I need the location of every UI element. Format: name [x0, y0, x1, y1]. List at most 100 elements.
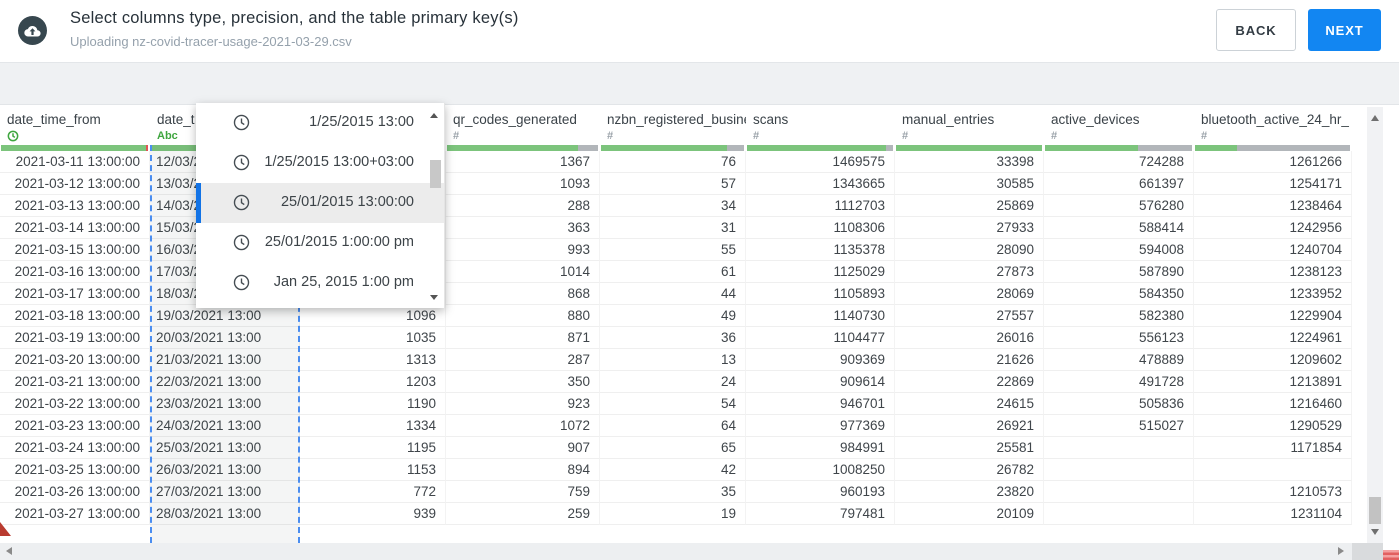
table-cell[interactable]: 2021-03-21 13:00:00 — [0, 371, 150, 393]
table-cell[interactable]: 993 — [446, 239, 600, 261]
table-cell[interactable]: 491728 — [1044, 371, 1194, 393]
table-cell[interactable]: 27873 — [895, 261, 1044, 283]
table-cell[interactable]: 287 — [446, 349, 600, 371]
table-cell[interactable]: 1108306 — [746, 217, 895, 239]
back-button[interactable]: BACK — [1216, 9, 1296, 51]
table-cell[interactable]: 76 — [600, 151, 746, 173]
table-cell[interactable]: 28069 — [895, 283, 1044, 305]
table-cell[interactable]: 34 — [600, 195, 746, 217]
table-cell[interactable]: 1367 — [446, 151, 600, 173]
table-cell[interactable]: 54 — [600, 393, 746, 415]
table-cell[interactable]: 584350 — [1044, 283, 1194, 305]
menu-item-format-1[interactable]: 1/25/2015 13:00 — [196, 103, 444, 143]
table-cell[interactable]: 65 — [600, 437, 746, 459]
table-cell[interactable]: 1231104 — [1194, 503, 1352, 525]
table-cell[interactable]: 27/03/2021 13:00 — [150, 481, 300, 503]
table-cell[interactable]: 26016 — [895, 327, 1044, 349]
table-cell[interactable]: 1254171 — [1194, 173, 1352, 195]
table-cell[interactable]: 1240704 — [1194, 239, 1352, 261]
table-cell[interactable]: 515027 — [1044, 415, 1194, 437]
table-cell[interactable] — [1044, 481, 1194, 503]
table-cell[interactable]: 2021-03-11 13:00:00 — [0, 151, 150, 173]
column-header-date_time_from[interactable]: date_time_from — [0, 105, 150, 145]
table-cell[interactable]: 661397 — [1044, 173, 1194, 195]
table-cell[interactable]: 49 — [600, 305, 746, 327]
column-header-scans[interactable]: scans # — [746, 105, 895, 145]
table-cell[interactable]: 28090 — [895, 239, 1044, 261]
table-cell[interactable] — [1044, 503, 1194, 525]
table-cell[interactable]: 1313 — [300, 349, 446, 371]
table-cell[interactable]: 36 — [600, 327, 746, 349]
table-cell[interactable]: 909614 — [746, 371, 895, 393]
table-cell[interactable]: 1238123 — [1194, 261, 1352, 283]
table-cell[interactable]: 587890 — [1044, 261, 1194, 283]
table-cell[interactable]: 1233952 — [1194, 283, 1352, 305]
table-cell[interactable]: 24615 — [895, 393, 1044, 415]
table-cell[interactable]: 25581 — [895, 437, 1044, 459]
table-cell[interactable]: 871 — [446, 327, 600, 349]
table-cell[interactable]: 1153 — [300, 459, 446, 481]
table-cell[interactable]: 594008 — [1044, 239, 1194, 261]
menu-item-format-3[interactable]: 25/01/2015 13:00:00 — [196, 183, 444, 223]
table-cell[interactable]: 23/03/2021 13:00 — [150, 393, 300, 415]
table-cell[interactable]: 28/03/2021 13:00 — [150, 503, 300, 525]
table-cell[interactable]: 478889 — [1044, 349, 1194, 371]
table-cell[interactable]: 588414 — [1044, 217, 1194, 239]
table-cell[interactable]: 868 — [446, 283, 600, 305]
table-cell[interactable]: 2021-03-18 13:00:00 — [0, 305, 150, 327]
table-cell[interactable]: 1224961 — [1194, 327, 1352, 349]
table-cell[interactable]: 21/03/2021 13:00 — [150, 349, 300, 371]
column-header-nzbn_registered_busine[interactable]: nzbn_registered_busine # — [600, 105, 746, 145]
table-cell[interactable]: 57 — [600, 173, 746, 195]
table-cell[interactable]: 350 — [446, 371, 600, 393]
table-cell[interactable]: 13 — [600, 349, 746, 371]
menu-item-format-5[interactable]: Jan 25, 2015 1:00 pm — [196, 263, 444, 303]
scroll-up-icon[interactable] — [1371, 115, 1379, 121]
table-cell[interactable]: 1125029 — [746, 261, 895, 283]
table-cell[interactable]: 20109 — [895, 503, 1044, 525]
table-cell[interactable]: 1035 — [300, 327, 446, 349]
table-cell[interactable]: 724288 — [1044, 151, 1194, 173]
table-cell[interactable]: 31 — [600, 217, 746, 239]
table-cell[interactable]: 1105893 — [746, 283, 895, 305]
table-cell[interactable]: 26782 — [895, 459, 1044, 481]
table-cell[interactable]: 2021-03-20 13:00:00 — [0, 349, 150, 371]
table-cell[interactable]: 2021-03-25 13:00:00 — [0, 459, 150, 481]
table-cell[interactable]: 2021-03-12 13:00:00 — [0, 173, 150, 195]
table-cell[interactable]: 33398 — [895, 151, 1044, 173]
table-cell[interactable]: 1213891 — [1194, 371, 1352, 393]
table-cell[interactable]: 27933 — [895, 217, 1044, 239]
menu-item-format-2[interactable]: 1/25/2015 13:00+03:00 — [196, 143, 444, 183]
table-cell[interactable]: 1334 — [300, 415, 446, 437]
table-cell[interactable]: 1140730 — [746, 305, 895, 327]
table-cell[interactable]: 797481 — [746, 503, 895, 525]
menu-scrollbar-thumb[interactable] — [430, 160, 441, 188]
menu-scroll-down-icon[interactable] — [430, 295, 438, 300]
table-cell[interactable]: 2021-03-17 13:00:00 — [0, 283, 150, 305]
table-cell[interactable]: 1290529 — [1194, 415, 1352, 437]
menu-scroll-up-icon[interactable] — [430, 113, 438, 118]
table-cell[interactable]: 2021-03-24 13:00:00 — [0, 437, 150, 459]
vertical-scrollbar-thumb[interactable] — [1369, 497, 1381, 524]
table-cell[interactable]: 1014 — [446, 261, 600, 283]
vertical-scrollbar[interactable] — [1367, 107, 1383, 543]
table-cell[interactable]: 2021-03-22 13:00:00 — [0, 393, 150, 415]
table-cell[interactable]: 1072 — [446, 415, 600, 437]
table-cell[interactable]: 23820 — [895, 481, 1044, 503]
table-cell[interactable]: 24/03/2021 13:00 — [150, 415, 300, 437]
table-cell[interactable]: 960193 — [746, 481, 895, 503]
table-cell[interactable]: 2021-03-13 13:00:00 — [0, 195, 150, 217]
table-cell[interactable]: 2021-03-15 13:00:00 — [0, 239, 150, 261]
menu-item-format-4[interactable]: 25/01/2015 1:00:00 pm — [196, 223, 444, 263]
table-cell[interactable]: 894 — [446, 459, 600, 481]
table-cell[interactable]: 363 — [446, 217, 600, 239]
table-cell[interactable]: 1210573 — [1194, 481, 1352, 503]
table-cell[interactable]: 55 — [600, 239, 746, 261]
horizontal-scrollbar[interactable] — [0, 543, 1352, 560]
table-cell[interactable]: 19 — [600, 503, 746, 525]
table-cell[interactable] — [1044, 437, 1194, 459]
table-cell[interactable]: 772 — [300, 481, 446, 503]
table-cell[interactable]: 1112703 — [746, 195, 895, 217]
table-cell[interactable]: 1261266 — [1194, 151, 1352, 173]
table-cell[interactable]: 1209602 — [1194, 349, 1352, 371]
